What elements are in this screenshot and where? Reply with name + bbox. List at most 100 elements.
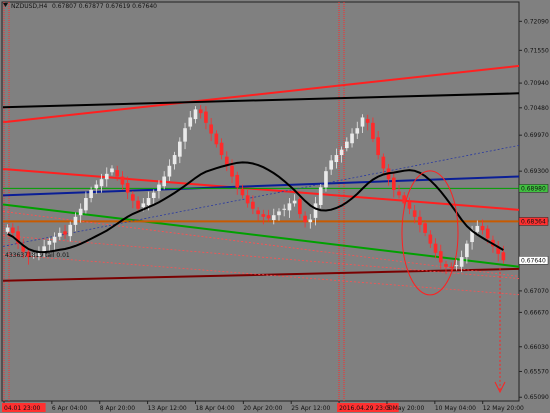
y-tick-label: 0.70940 <box>524 80 549 87</box>
candle-body <box>459 257 464 267</box>
price-label: 0.68364 <box>521 218 546 225</box>
candle-body <box>42 246 46 252</box>
candle-body <box>412 210 417 217</box>
ohlc-readout: 0.67807 0.67877 0.67619 0.67640 <box>52 3 157 10</box>
x-tick-label: 10 May 04:00 <box>435 405 476 412</box>
candle-body <box>298 199 302 215</box>
candle-body <box>376 137 380 156</box>
candle-body <box>204 111 208 123</box>
y-tick-label: 0.69970 <box>524 132 549 139</box>
y-tick-label: 0.65090 <box>524 394 549 401</box>
candle-body <box>308 219 313 223</box>
x-tick-label: 18 Apr 04:00 <box>195 405 234 412</box>
candle-body <box>418 216 422 225</box>
candle-body <box>292 200 297 204</box>
candle-body <box>282 208 287 210</box>
candle-body <box>89 189 93 199</box>
candle-body <box>449 266 454 268</box>
price-label: 0.68980 <box>521 185 546 192</box>
candle-body <box>261 214 266 217</box>
candle-body <box>52 236 57 243</box>
black-trend-line <box>2 92 520 109</box>
price-label: 0.67640 <box>521 257 546 264</box>
y-tick-label: 0.71550 <box>524 47 549 54</box>
candle-body <box>183 128 187 142</box>
candle-body <box>287 203 292 211</box>
candle-body <box>214 133 219 145</box>
candle-body <box>99 179 104 187</box>
x-tick-label: 20 Apr 20:00 <box>243 405 282 412</box>
candle-body <box>438 251 443 263</box>
y-tick-label: 0.66670 <box>524 309 549 316</box>
candle-body <box>115 170 120 177</box>
candle-body <box>313 203 318 218</box>
candle-body <box>73 216 78 225</box>
x-tick-label: 04.01 23:00 <box>4 405 41 412</box>
candle-body <box>57 232 62 237</box>
candle-body <box>251 201 255 209</box>
candle-body <box>157 184 161 192</box>
candle-body <box>365 119 370 123</box>
candle-body <box>334 155 339 163</box>
candle-body <box>167 165 172 177</box>
candle-body <box>485 228 490 239</box>
chart-header: NZDUSD,H4 0.67807 0.67877 0.67619 0.6764… <box>3 3 157 10</box>
candle-body <box>5 227 10 232</box>
y-tick-label: 0.72090 <box>524 18 549 25</box>
candle-body <box>198 109 203 114</box>
candle-body <box>131 194 135 201</box>
price-chart[interactable]: 0.72090 0.71550 0.70940 0.70480 0.69970 0.693… <box>0 0 550 413</box>
y-tick-label: 0.65570 <box>524 368 549 375</box>
candle-body <box>125 182 130 193</box>
candle-body <box>63 231 67 235</box>
x-tick-label: 5 May 20:00 <box>387 405 425 412</box>
x-tick-label: 12 May 20:00 <box>483 405 524 412</box>
channel-upper-line <box>2 64 520 124</box>
candle-body <box>324 171 328 188</box>
candle-body <box>120 176 125 185</box>
candle-body <box>110 168 114 173</box>
candle-body <box>136 200 140 209</box>
candle-body <box>11 227 15 233</box>
candle-body <box>178 141 182 157</box>
candle-body <box>219 142 224 156</box>
plot-frame <box>1 1 520 402</box>
candle-body <box>240 188 245 196</box>
y-tick-label: 0.69300 <box>524 168 549 175</box>
candle-body <box>454 265 459 267</box>
x-tick-label: 6 Apr 04:00 <box>52 405 87 412</box>
candle-body <box>501 252 506 261</box>
candle-body <box>391 177 396 190</box>
candle-body <box>141 203 146 208</box>
candle-body <box>339 149 344 156</box>
candle-body <box>433 243 438 253</box>
candle-body <box>397 191 401 196</box>
tail-annotation: 4336371819 tail 0.01 <box>5 252 70 259</box>
candle-body <box>235 174 240 188</box>
candle-body <box>94 184 99 189</box>
y-tick-label: 0.66030 <box>524 344 549 351</box>
candle-body <box>423 223 427 233</box>
candle-body <box>256 210 260 215</box>
candle-body <box>188 117 193 127</box>
y-tick-label: 0.70480 <box>524 105 549 112</box>
candle-body <box>68 224 73 237</box>
candle-body <box>381 156 386 169</box>
candle-body <box>193 109 198 120</box>
candle-body <box>407 201 412 209</box>
candle-body <box>444 264 448 267</box>
down-arrow-icon <box>494 381 506 394</box>
candle-body <box>271 215 276 221</box>
candle-body <box>329 160 333 170</box>
x-tick-label: 25 Apr 12:00 <box>291 405 330 412</box>
candle-body <box>350 133 354 144</box>
candle-body <box>480 225 485 231</box>
y-tick-label: 0.67070 <box>524 288 549 295</box>
candle-body <box>318 187 323 205</box>
candle-body <box>277 211 281 216</box>
candle-body <box>371 122 375 139</box>
x-tick-label: 8 Apr 20:00 <box>100 405 135 412</box>
candle-body <box>266 215 271 219</box>
chart-grid <box>1 1 520 402</box>
candle-body <box>465 243 469 258</box>
